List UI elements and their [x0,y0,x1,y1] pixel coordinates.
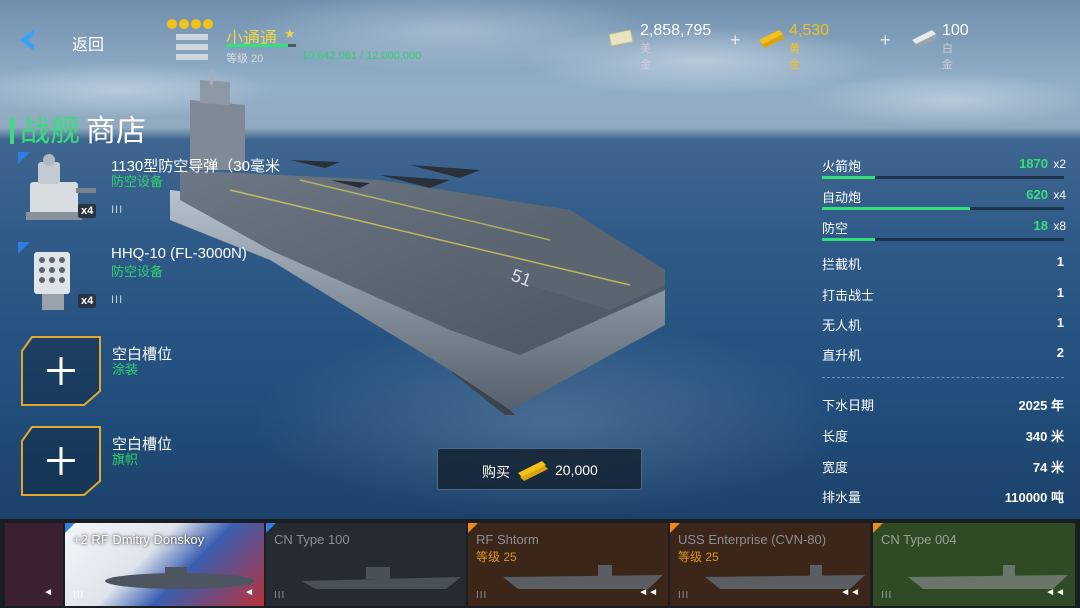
equipment-tier: III [111,204,124,216]
gold-bar-icon [759,30,785,48]
gold-bar-icon [518,461,548,481]
divider [822,377,1064,378]
page-title: 战舰 商店 [10,106,146,150]
swap-icon: ◄ [244,587,254,598]
ship-tier: III [678,590,690,601]
platinum-amount: 100 [942,22,969,39]
ship-tier: III [476,590,488,601]
platinum-bar-icon [912,30,938,48]
ship-tier: III [274,590,286,601]
platinum-label: 白金 [942,43,953,71]
xp-text: 10,642,061 / 12,000,000 [302,50,422,62]
ship-card-4[interactable]: CN Type 004 III ◄◄ [873,523,1075,606]
equipment-tier: III [111,294,124,306]
empty-slot-category: 旗帜 [112,452,139,467]
add-slot-icon [21,336,101,406]
swap-icon: ◄◄ [638,587,658,598]
ship-name: CN Type 004 [881,532,957,547]
back-button[interactable]: 返回 [72,31,104,55]
ship-name: CN Type 100 [274,532,350,547]
equipment-category: 防空设备 [111,264,164,279]
ship-name: +2 RF Dmitry Donskoy [73,532,205,547]
add-gold-button[interactable]: + [880,30,891,51]
ship-card-partial[interactable]: ◄ [5,523,63,606]
player-level: 等级 20 [226,53,264,65]
ship-carousel: ◄ +2 RF Dmitry Donskoy III ◄ CN Type 100… [0,519,1080,608]
xp-progress-fill [226,44,289,47]
dollars-label: 美金 [640,43,651,71]
empty-slot-skin[interactable]: 空白槽位 涂装 [20,335,320,415]
empty-slot-flag[interactable]: 空白槽位 旗帜 [20,425,320,505]
ship-tier: III [881,590,893,601]
add-slot-icon [21,426,101,496]
equipment-slot-1[interactable]: x4 1130型防空导弹（30毫米 防空设备 III [18,152,338,232]
gold-amount: 4,530 [789,22,830,39]
buy-price: 20,000 [555,462,598,478]
equipment-name: HHQ-10 (FL-3000N) [111,245,247,262]
rank-badge-icon [167,19,213,60]
swap-icon: ◄ [43,587,53,598]
gold-label: 黄金 [789,43,800,71]
ship-name: USS Enterprise (CVN-80) [678,532,827,547]
submarine-icon [105,567,255,589]
back-arrow-icon[interactable] [14,26,42,54]
ship-card-0[interactable]: +2 RF Dmitry Donskoy III ◄ [65,523,264,606]
swap-icon: ◄◄ [840,587,860,598]
ship-tier: III [73,590,85,601]
ship-card-2[interactable]: RF Shtorm 等级 25 III ◄◄ [468,523,668,606]
add-dollars-button[interactable]: + [730,30,741,51]
ship-card-1[interactable]: CN Type 100 III [266,523,466,606]
equipment-slot-2[interactable]: x4 HHQ-10 (FL-3000N) 防空设备 III [18,242,338,322]
buy-label: 购买 [482,464,510,480]
ship-name: RF Shtorm [476,532,539,547]
warship-icon [301,567,461,589]
dollar-bill-icon [608,30,634,46]
equipment-count: x4 [78,294,97,308]
star-icon: ★ [284,26,296,41]
swap-icon: ◄◄ [1045,587,1065,598]
equipment-category: 防空设备 [111,174,164,189]
dollars-amount: 2,858,795 [640,22,712,39]
empty-slot-category: 涂装 [112,362,139,377]
buy-button[interactable]: 购买 20,000 [437,448,642,490]
xp-progress-bar [226,44,296,47]
equipment-count: x4 [78,204,97,218]
ship-card-3[interactable]: USS Enterprise (CVN-80) 等级 25 III ◄◄ [670,523,870,606]
